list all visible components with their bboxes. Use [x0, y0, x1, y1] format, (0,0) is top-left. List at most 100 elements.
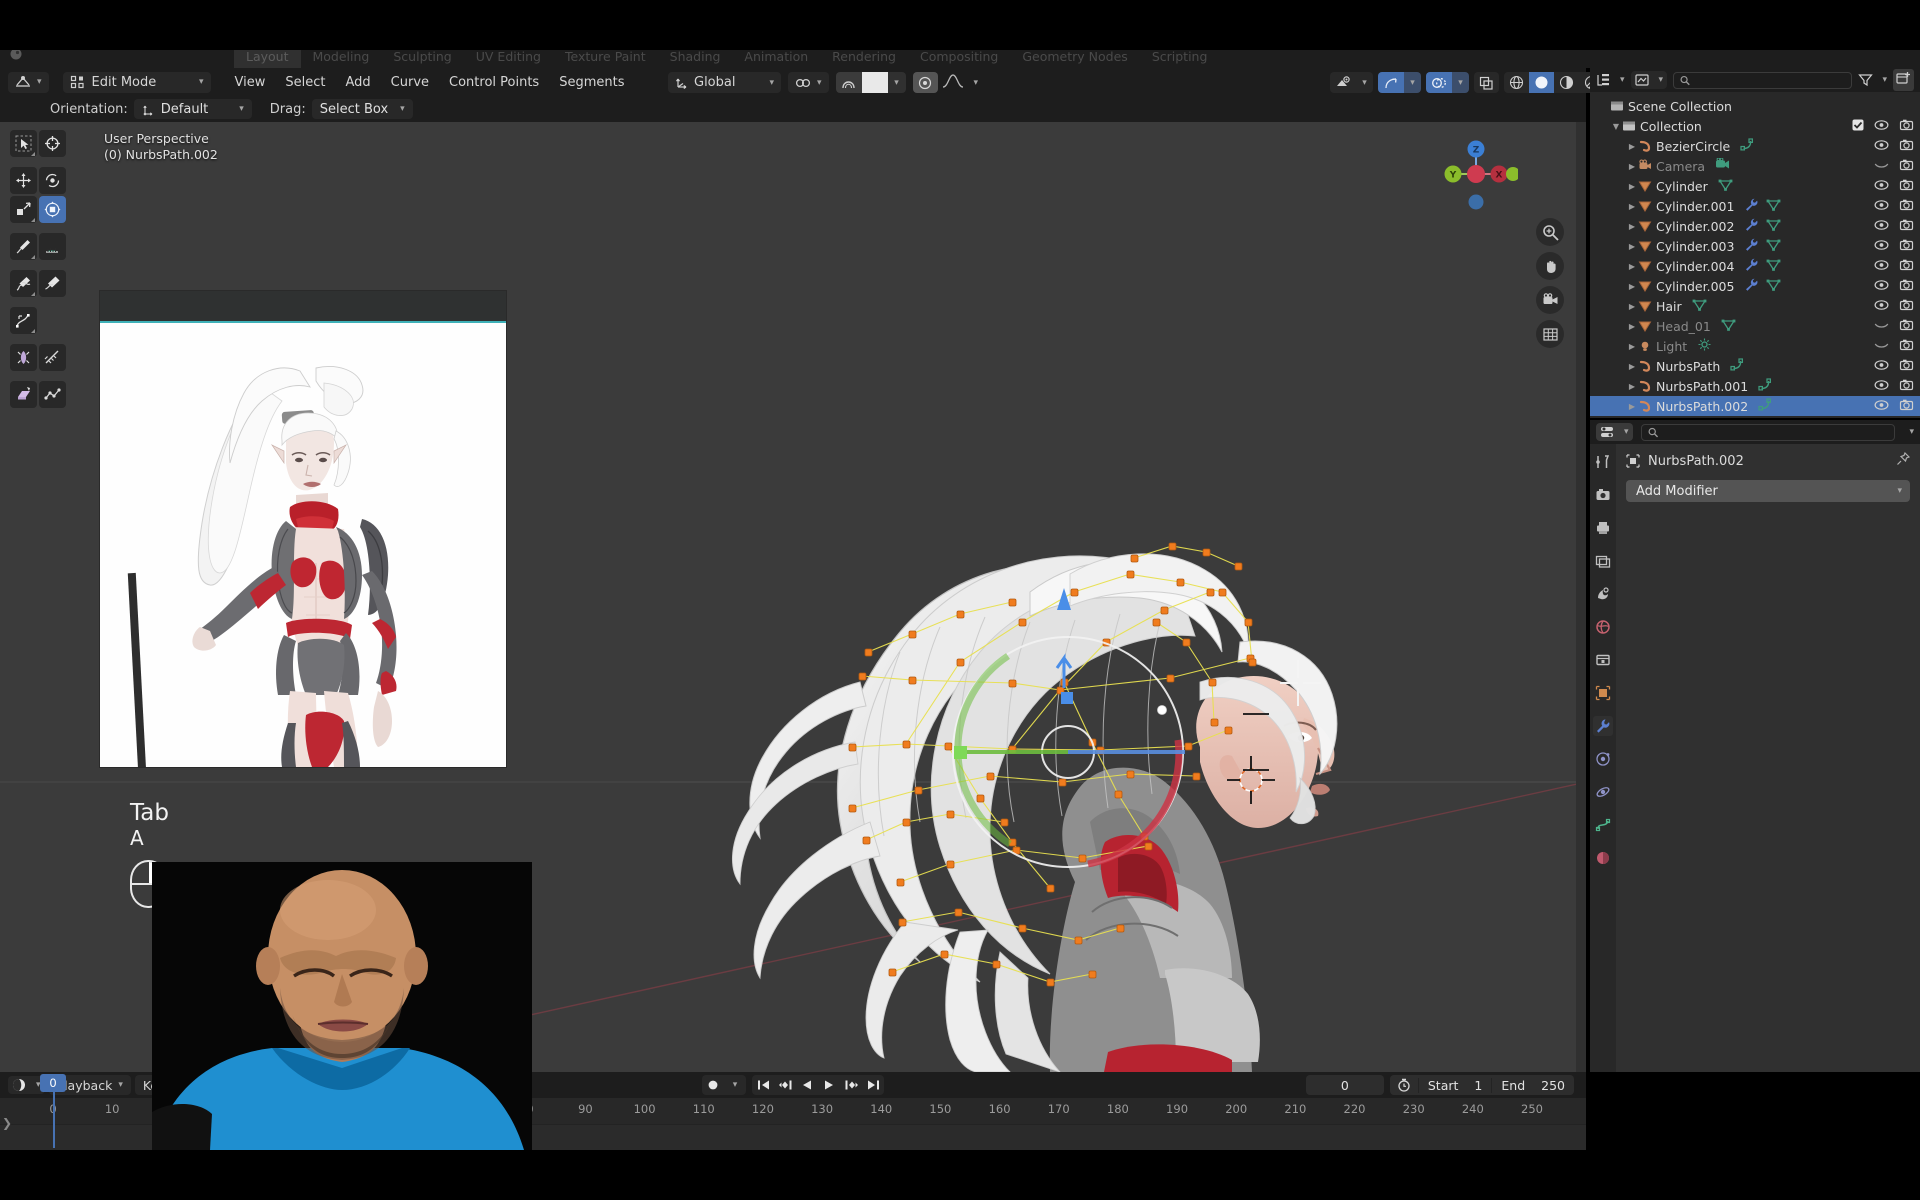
- modifier-tab[interactable]: [1593, 716, 1613, 736]
- timeline-expand-arrow[interactable]: ❯: [2, 1116, 12, 1130]
- outliner-row-cylinder-004[interactable]: ▶ Cylinder.004: [1590, 256, 1920, 276]
- render-visibility-icon[interactable]: [1899, 279, 1914, 294]
- proportional-falloff-dropdown[interactable]: ▾: [887, 72, 906, 93]
- modifier-wrench-icon[interactable]: [1744, 218, 1759, 234]
- curve-data-icon[interactable]: [1730, 358, 1745, 374]
- outliner-tree[interactable]: Scene Collection ▼ Collection ▶ BezierCir…: [1590, 92, 1920, 416]
- outliner-row-camera[interactable]: ▶ Camera: [1590, 156, 1920, 176]
- outliner-row-collection[interactable]: ▼ Collection: [1590, 116, 1920, 136]
- falloff-curve-icon[interactable]: [942, 73, 964, 92]
- navigation-gizmo[interactable]: Z Y X: [1434, 132, 1520, 216]
- start-frame-field[interactable]: Start 1: [1417, 1077, 1492, 1093]
- jump-to-next-keyframe-icon[interactable]: [840, 1075, 862, 1095]
- camera-view-icon[interactable]: [1536, 286, 1564, 314]
- menu-segments[interactable]: Segments: [549, 75, 634, 90]
- collection-render-camera-icon[interactable]: [1899, 119, 1914, 134]
- visibility-eye-icon[interactable]: [1874, 399, 1889, 414]
- outliner-row-head-01[interactable]: ▶ Head_01: [1590, 316, 1920, 336]
- properties-tab-column[interactable]: [1590, 444, 1616, 1072]
- outliner-row-cylinder-001[interactable]: ▶ Cylinder.001: [1590, 196, 1920, 216]
- scene-tab[interactable]: [1593, 584, 1613, 604]
- pan-hand-icon[interactable]: [1536, 252, 1564, 280]
- mode-selector[interactable]: Edit Mode ▾: [62, 71, 211, 93]
- render-visibility-icon[interactable]: [1899, 139, 1914, 154]
- expand-triangle[interactable]: ▶: [1626, 222, 1638, 231]
- render-visibility-icon[interactable]: [1899, 299, 1914, 314]
- properties-editor-icon[interactable]: ▾: [1596, 423, 1633, 441]
- falloff-dropdown-caret[interactable]: ▾: [974, 78, 979, 88]
- collection-expand-triangle[interactable]: ▼: [1610, 122, 1622, 131]
- render-visibility-icon[interactable]: [1899, 199, 1914, 214]
- outliner-search-input[interactable]: [1673, 71, 1853, 89]
- tab-layout[interactable]: Layout: [234, 44, 301, 68]
- render-visibility-icon[interactable]: [1899, 259, 1914, 274]
- play-icon[interactable]: [818, 1075, 840, 1095]
- tab-scripting[interactable]: Scripting: [1140, 45, 1220, 68]
- expand-triangle[interactable]: ▶: [1626, 202, 1638, 211]
- frame-range-group[interactable]: Start 1 End 250: [1389, 1075, 1574, 1095]
- blender-menu-icon[interactable]: [8, 46, 34, 66]
- menu-select[interactable]: Select: [275, 75, 335, 90]
- snap-settings-button[interactable]: ▾: [788, 72, 829, 93]
- tab-rendering[interactable]: Rendering: [820, 45, 908, 68]
- menu-control-points[interactable]: Control Points: [439, 75, 549, 90]
- modifier-wrench-icon[interactable]: [1744, 198, 1759, 214]
- render-visibility-icon[interactable]: [1899, 339, 1914, 354]
- modifier-wrench-icon[interactable]: [1744, 278, 1759, 294]
- render-visibility-icon[interactable]: [1899, 379, 1914, 394]
- visibility-eye-icon[interactable]: [1874, 139, 1889, 154]
- render-visibility-icon[interactable]: [1899, 319, 1914, 334]
- transform-orientation-button[interactable]: Global ▾: [668, 72, 782, 93]
- visibility-eye-icon[interactable]: [1874, 299, 1889, 314]
- render-visibility-icon[interactable]: [1899, 219, 1914, 234]
- expand-triangle[interactable]: ▶: [1626, 322, 1638, 331]
- expand-triangle[interactable]: ▶: [1626, 142, 1638, 151]
- expand-triangle[interactable]: ▶: [1626, 362, 1638, 371]
- shading-material-preview-button[interactable]: [1554, 72, 1579, 93]
- visibility-eye-icon[interactable]: [1874, 219, 1889, 234]
- visibility-eye-icon[interactable]: [1874, 359, 1889, 374]
- workspace-tab-bar[interactable]: Layout Modeling Sculpting UV Editing Tex…: [0, 44, 1920, 68]
- zoom-icon[interactable]: [1536, 218, 1564, 246]
- play-reverse-icon[interactable]: [796, 1075, 818, 1095]
- particles-tab[interactable]: [1593, 749, 1613, 769]
- menu-add[interactable]: Add: [336, 75, 381, 90]
- object-data-tab[interactable]: [1593, 815, 1613, 835]
- current-frame-field[interactable]: 0: [1305, 1075, 1384, 1095]
- curve-data-icon[interactable]: [1758, 378, 1773, 394]
- visibility-eye-icon[interactable]: [1874, 239, 1889, 254]
- expand-triangle[interactable]: ▶: [1626, 382, 1638, 391]
- outliner-row-nurbspath-002[interactable]: ▶ NurbsPath.002: [1590, 396, 1920, 416]
- object-types-visibility-button[interactable]: ▾: [1330, 72, 1373, 93]
- render-visibility-icon[interactable]: [1899, 159, 1914, 174]
- expand-triangle[interactable]: ▶: [1626, 342, 1638, 351]
- camera-data-icon[interactable]: [1715, 157, 1730, 174]
- tab-modeling[interactable]: Modeling: [301, 45, 382, 68]
- playback-transport-group[interactable]: [752, 1075, 884, 1095]
- xray-toggle-button[interactable]: [1474, 72, 1499, 93]
- render-visibility-icon[interactable]: [1899, 239, 1914, 254]
- tab-shading[interactable]: Shading: [658, 45, 733, 68]
- expand-triangle[interactable]: ▶: [1626, 242, 1638, 251]
- visibility-eye-icon[interactable]: [1874, 319, 1889, 334]
- toggle-ortho-icon[interactable]: [1536, 320, 1564, 348]
- orientation-dropdown[interactable]: Default ▾: [133, 99, 252, 119]
- mesh-data-icon[interactable]: [1692, 298, 1707, 314]
- mesh-data-icon[interactable]: [1766, 258, 1781, 274]
- jump-to-end-icon[interactable]: [862, 1075, 884, 1095]
- drag-dropdown[interactable]: Select Box ▾: [311, 99, 413, 119]
- mesh-data-icon[interactable]: [1766, 198, 1781, 214]
- outliner-row-cylinder[interactable]: ▶ Cylinder: [1590, 176, 1920, 196]
- object-tab[interactable]: [1593, 683, 1613, 703]
- physics-tab[interactable]: [1593, 782, 1613, 802]
- outliner-row-hair[interactable]: ▶ Hair: [1590, 296, 1920, 316]
- render-visibility-icon[interactable]: [1899, 359, 1914, 374]
- auto-keying-group[interactable]: ▾: [702, 1075, 746, 1095]
- menu-curve[interactable]: Curve: [381, 75, 439, 90]
- proportional-editing-toggle[interactable]: [835, 72, 862, 93]
- auto-keying-record-icon[interactable]: [702, 1075, 724, 1095]
- mesh-data-icon[interactable]: [1766, 238, 1781, 254]
- new-collection-icon[interactable]: [1893, 69, 1914, 91]
- modifier-wrench-icon[interactable]: [1744, 238, 1759, 254]
- outliner-editor[interactable]: ▾ ▾ ▾ Scene Collection ▼ Collection ▶ Be…: [1590, 68, 1920, 418]
